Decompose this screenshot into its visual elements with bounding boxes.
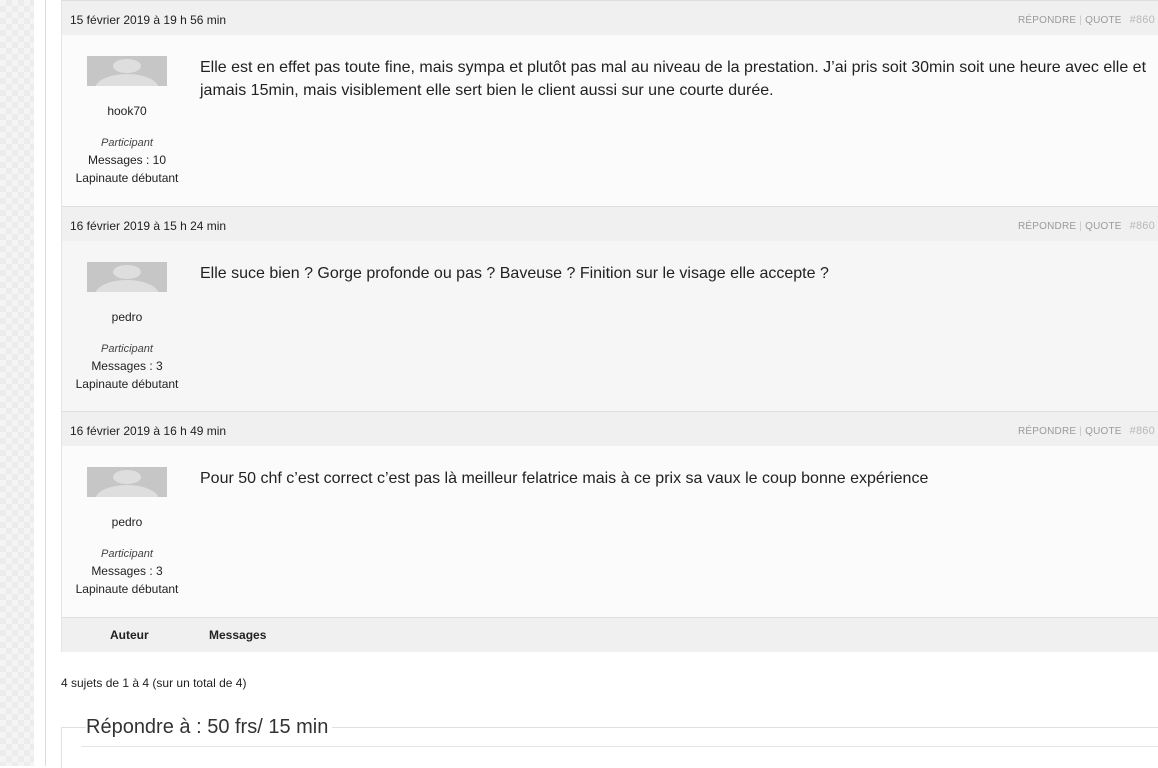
separator: | [1079,426,1083,437]
reply-header: 16 février 2019 à 16 h 49 min RÉPONDRE | Q… [62,411,1158,446]
reply-link[interactable]: RÉPONDRE [1018,15,1076,26]
reply-content: Elle est en effet pas toute fine, mais s… [200,59,1147,99]
reply-header: 16 février 2019 à 15 h 24 min RÉPONDRE | Q… [62,205,1158,241]
reply-author: pedro Participant Messages : 3 Lapinaute… [68,467,186,596]
content-divider [45,0,46,766]
reply-date: 16 février 2019 à 16 h 49 min [70,424,227,438]
reply-form-title: Répondre à : 50 frs/ 15 min [86,716,333,739]
author-rank: Lapinaute débutant [75,376,179,391]
author-role: Participant [101,342,153,355]
reply-actions: RÉPONDRE | QUOTE #860 [1018,14,1158,26]
separator: | [1079,15,1083,26]
separator: | [1079,220,1083,232]
author-message-count: Messages : 3 [91,358,163,373]
reply-date: 16 février 2019 à 15 h 24 min [70,218,227,233]
reply-form-divider [81,746,1158,747]
page-background-pattern [0,0,34,766]
pagination-count: 4 sujets de 1 à 4 (sur un total de 4) [61,676,247,690]
footer-messages-label: Messages [209,627,267,642]
author-name[interactable]: pedro [68,310,186,324]
replies-table-footer: Auteur Messages [61,616,1158,652]
avatar[interactable] [87,261,167,292]
reply-author: hook70 Participant Messages : 10 Lapinau… [68,56,186,185]
reply-author: pedro Participant Messages : 3 Lapinaute… [68,261,186,391]
reply-link[interactable]: RÉPONDRE [1018,221,1076,232]
quote-link[interactable]: QUOTE [1085,221,1122,232]
reply-actions: RÉPONDRE | QUOTE #860 [1018,220,1158,232]
quote-link[interactable]: QUOTE [1085,15,1122,26]
reply-content: Pour 50 chf c’est correct c’est pas là m… [200,470,929,487]
reply-actions: RÉPONDRE | QUOTE #860 [1018,425,1158,437]
author-name[interactable]: hook70 [68,104,186,118]
reply-item: 15 février 2019 à 19 h 56 min RÉPONDRE | Q… [61,0,1158,206]
author-rank: Lapinaute débutant [75,582,179,596]
author-message-count: Messages : 10 [87,153,167,167]
quote-link[interactable]: QUOTE [1085,426,1122,437]
reply-link[interactable]: RÉPONDRE [1018,426,1076,437]
author-role: Participant [101,137,153,149]
topic-replies: 15 février 2019 à 19 h 56 min RÉPONDRE | Q… [61,0,1158,768]
reply-date: 15 février 2019 à 19 h 56 min [70,13,227,27]
reply-header: 15 février 2019 à 19 h 56 min RÉPONDRE | Q… [62,0,1158,35]
permalink[interactable]: #860 [1130,220,1155,232]
permalink[interactable]: #860 [1130,14,1155,26]
author-name[interactable]: pedro [68,515,186,529]
author-role: Participant [101,548,153,560]
avatar[interactable] [87,467,167,497]
reply-item: 16 février 2019 à 16 h 49 min RÉPONDRE | Q… [61,411,1158,617]
author-rank: Lapinaute débutant [75,171,179,185]
reply-content: Elle suce bien ? Gorge profonde ou pas ?… [200,264,829,282]
reply-item: 16 février 2019 à 15 h 24 min RÉPONDRE | Q… [61,205,1158,411]
author-message-count: Messages : 3 [91,564,163,578]
footer-author-label: Auteur [110,627,149,642]
permalink[interactable]: #860 [1130,425,1155,437]
avatar[interactable] [87,56,167,86]
